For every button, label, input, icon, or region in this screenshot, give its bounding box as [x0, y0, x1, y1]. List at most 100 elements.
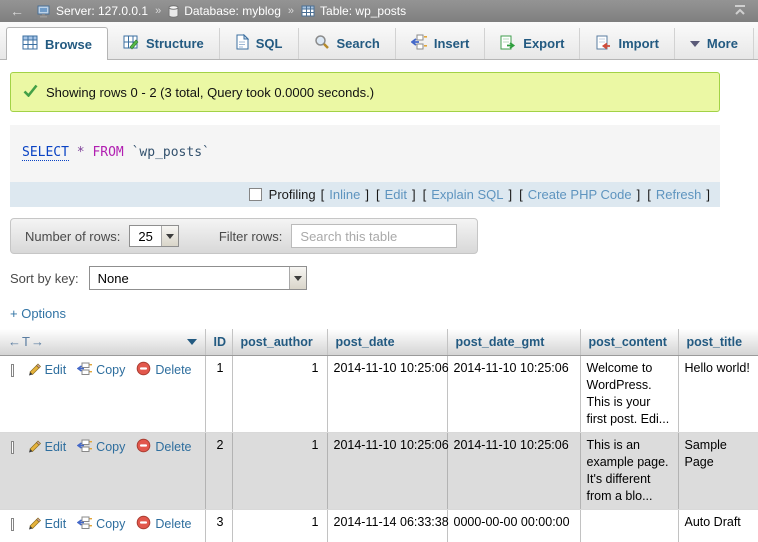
sort-by-key-select[interactable]: None — [89, 266, 307, 290]
bracket: [ — [519, 187, 523, 202]
breadcrumb-table-label: Table: wp_posts — [320, 4, 406, 18]
breadcrumb-table[interactable]: Table: wp_posts — [301, 4, 406, 18]
column-header-post-title[interactable]: post_title — [678, 329, 758, 355]
server-icon — [37, 5, 51, 18]
delete-link[interactable]: Delete — [155, 516, 191, 533]
status-message-text: Showing rows 0 - 2 (3 total, Query took … — [46, 85, 374, 100]
tab-label: Insert — [434, 36, 469, 51]
delete-link[interactable]: Delete — [155, 362, 191, 379]
column-header-post-content[interactable]: post_content — [580, 329, 678, 355]
tab-label: SQL — [256, 36, 283, 51]
delete-action[interactable]: Delete — [136, 438, 191, 458]
profiling-label: Profiling — [269, 187, 316, 202]
breadcrumb-database[interactable]: Database: myblog — [168, 4, 281, 18]
results-controls-bar: Number of rows: 25 Filter rows: — [10, 218, 478, 254]
copy-icon — [77, 361, 92, 381]
database-icon — [168, 5, 179, 18]
sql-keyword-select[interactable]: SELECT — [22, 145, 69, 161]
tab-sql[interactable]: SQL — [220, 28, 299, 59]
delete-link[interactable]: Delete — [155, 439, 191, 456]
cell-post-content: This is an example page. It's different … — [580, 432, 678, 509]
copy-action[interactable]: Copy — [77, 438, 125, 458]
explain-sql-link[interactable]: Explain SQL — [431, 187, 503, 202]
chevron-down-icon — [161, 226, 178, 246]
column-header-post-author[interactable]: post_author — [232, 329, 327, 355]
collapse-panel-icon[interactable] — [732, 3, 748, 20]
column-header-actions: ←T→ — [0, 329, 205, 355]
bracket: ] — [509, 187, 513, 202]
transpose-icon[interactable]: ←T→ — [8, 334, 45, 349]
tab-search[interactable]: Search — [299, 28, 396, 59]
chevron-down-icon[interactable] — [187, 339, 197, 345]
sort-row: Sort by key: None — [10, 266, 758, 290]
tab-insert[interactable]: Insert — [396, 28, 485, 59]
tab-import[interactable]: Import — [580, 28, 674, 59]
filter-rows-label: Filter rows: — [219, 229, 283, 244]
copy-icon — [77, 515, 92, 535]
copy-action[interactable]: Copy — [77, 361, 125, 381]
tab-label: More — [707, 36, 738, 51]
refresh-link[interactable]: Refresh — [656, 187, 702, 202]
delete-action[interactable]: Delete — [136, 361, 191, 381]
tab-label: Export — [523, 36, 564, 51]
bracket: [ — [321, 187, 325, 202]
success-check-icon — [23, 84, 38, 100]
edit-query-link[interactable]: Edit — [385, 187, 407, 202]
cell-id: 1 — [205, 355, 232, 432]
rows-per-page-select[interactable]: 25 — [129, 225, 178, 247]
filter-rows-input[interactable] — [291, 224, 457, 248]
bracket: ] — [412, 187, 416, 202]
cell-post-date-gmt: 2014-11-10 10:25:06 — [447, 432, 580, 509]
create-php-code-link[interactable]: Create PHP Code — [528, 187, 632, 202]
tab-browse[interactable]: Browse — [6, 27, 108, 60]
row-checkbox[interactable] — [11, 364, 14, 377]
delete-action[interactable]: Delete — [136, 515, 191, 535]
tab-export[interactable]: Export — [485, 28, 580, 59]
sql-query: SELECT * FROM `wp_posts` — [10, 125, 720, 182]
back-arrow-icon[interactable]: ← — [10, 4, 24, 18]
search-icon — [314, 34, 330, 53]
edit-action[interactable]: Edit — [26, 438, 67, 458]
column-header-post-date[interactable]: post_date — [327, 329, 447, 355]
sql-table-identifier: `wp_posts` — [132, 145, 210, 160]
tab-bar: Browse Structure SQL Search Insert Expor… — [0, 22, 758, 60]
row-checkbox[interactable] — [11, 441, 14, 454]
copy-link[interactable]: Copy — [96, 362, 125, 379]
export-icon — [500, 35, 516, 53]
tab-label: Search — [337, 36, 380, 51]
bracket: [ — [647, 187, 651, 202]
delete-icon — [136, 515, 151, 535]
sql-star: * — [77, 145, 85, 160]
sort-by-key-value: None — [90, 267, 289, 289]
inline-link[interactable]: Inline — [329, 187, 360, 202]
options-toggle-link[interactable]: + Options — [10, 306, 66, 321]
profiling-checkbox[interactable] — [249, 188, 262, 201]
status-message: Showing rows 0 - 2 (3 total, Query took … — [10, 72, 720, 112]
copy-link[interactable]: Copy — [96, 439, 125, 456]
edit-pencil-icon — [26, 361, 41, 381]
breadcrumb-server[interactable]: Server: 127.0.0.1 — [37, 4, 148, 18]
cell-post-author: 1 — [232, 355, 327, 432]
cell-post-title: Sample Page — [678, 432, 758, 509]
tab-more[interactable]: More — [675, 28, 754, 59]
cell-post-content — [580, 509, 678, 542]
insert-icon — [411, 34, 427, 53]
edit-link[interactable]: Edit — [45, 516, 67, 533]
column-header-post-date-gmt[interactable]: post_date_gmt — [447, 329, 580, 355]
cell-post-title: Auto Draft — [678, 509, 758, 542]
breadcrumb-database-label: Database: myblog — [184, 4, 281, 18]
edit-action[interactable]: Edit — [26, 361, 67, 381]
row-checkbox[interactable] — [11, 518, 14, 531]
edit-link[interactable]: Edit — [45, 439, 67, 456]
copy-icon — [77, 438, 92, 458]
structure-icon — [123, 35, 139, 53]
edit-link[interactable]: Edit — [45, 362, 67, 379]
tab-structure[interactable]: Structure — [108, 28, 220, 59]
edit-action[interactable]: Edit — [26, 515, 67, 535]
edit-pencil-icon — [26, 438, 41, 458]
table-header-row: ←T→ ID post_author post_date post_date_g… — [0, 329, 758, 355]
copy-action[interactable]: Copy — [77, 515, 125, 535]
bracket: [ — [376, 187, 380, 202]
copy-link[interactable]: Copy — [96, 516, 125, 533]
column-header-id[interactable]: ID — [205, 329, 232, 355]
